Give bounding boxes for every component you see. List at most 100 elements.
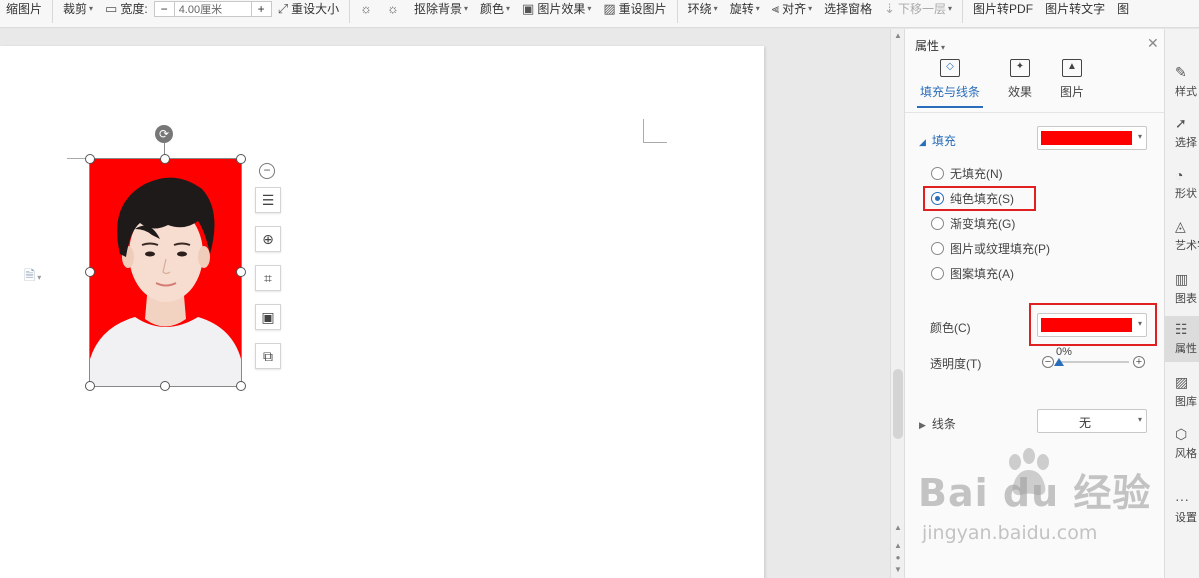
ribbon-brightness-down[interactable]: ☼ — [381, 0, 408, 23]
resize-handle-top-right[interactable] — [236, 154, 246, 164]
ribbon-rotate-button[interactable]: 旋转 ▾ — [724, 0, 766, 23]
style-icon: ⬡ — [1175, 426, 1188, 442]
highlight-color-dropdown — [1029, 303, 1157, 346]
sidebar-item-properties[interactable]: ☷ 属性 — [1165, 316, 1199, 362]
resize-handle-left[interactable] — [85, 267, 95, 277]
resize-handle-top-left[interactable] — [85, 154, 95, 164]
transparency-value: 0% — [1056, 346, 1072, 358]
radio-label: 无填充(N) — [950, 167, 1003, 181]
tab-fill-and-line[interactable]: ◇ 填充与线条 — [917, 59, 983, 100]
ribbon-send-backward-button[interactable]: ⇣ 下移一层 ▾ — [878, 0, 958, 23]
ribbon-label: 重设图片 — [618, 2, 667, 16]
watermark-url: jingyan.baidu.com — [922, 522, 1098, 544]
document-page[interactable]: 🗎 ▾ ⟳ − ☰ ⊕ ⌗ ▣ ⧉ — [0, 46, 764, 578]
ribbon-wrap-button[interactable]: 环绕 ▾ — [682, 0, 724, 23]
resize-handle-bottom-right[interactable] — [236, 381, 246, 391]
picture-frame-icon[interactable]: ▣ — [255, 304, 281, 330]
sidebar-item-style[interactable]: ✎ 样式 — [1165, 64, 1199, 99]
radio-label: 渐变填充(G) — [950, 217, 1016, 231]
line-style-dropdown[interactable]: 无 ▾ — [1037, 409, 1147, 433]
scroll-down-icon[interactable]: ▲ — [891, 523, 905, 532]
page-up-icon[interactable]: ▲ — [891, 541, 905, 550]
page-select-icon[interactable]: ● — [891, 553, 905, 562]
fill-color-dropdown[interactable]: ▾ — [1037, 126, 1147, 150]
ribbon-picture-to-text-button[interactable]: 图片转文字 — [1039, 0, 1111, 23]
transparency-minus-button[interactable]: − — [1042, 356, 1054, 368]
transparency-label: 透明度(T) — [930, 357, 982, 371]
chart-icon: ▥ — [1175, 271, 1189, 287]
line-section-header[interactable]: ▶ 线条 — [919, 415, 956, 432]
ribbon-more-button[interactable]: 图 — [1111, 0, 1135, 23]
radio-button[interactable] — [931, 267, 944, 280]
resize-handle-bottom-left[interactable] — [85, 381, 95, 391]
portrait-image — [90, 159, 241, 386]
selected-picture[interactable] — [85, 154, 246, 391]
picture-effects-icon: ▣ — [522, 0, 535, 16]
sidebar-item-chart[interactable]: ▥ 图表 — [1165, 271, 1199, 306]
chevron-down-icon: ▾ — [948, 4, 953, 13]
scroll-up-icon[interactable]: ▲ — [891, 31, 905, 40]
width-icon: ▭ — [105, 0, 118, 16]
panel-title[interactable]: 属性 ▾ — [915, 37, 945, 54]
ribbon-crop-button[interactable]: 裁剪 ▾ — [57, 0, 99, 23]
crop-icon[interactable]: ⌗ — [255, 265, 281, 291]
sidebar-item-style-theme[interactable]: ⬡ 风格 — [1165, 426, 1199, 461]
scrollbar-thumb[interactable] — [893, 369, 903, 439]
resize-handle-bottom[interactable] — [160, 381, 170, 391]
paragraph-layout-icon[interactable]: 🗎 ▾ — [24, 265, 41, 289]
vertical-scrollbar[interactable]: ▲ ▲ ▲ ● ▼ — [890, 29, 904, 578]
ribbon-label: 环绕 — [687, 2, 712, 16]
fill-section-header[interactable]: ◢ 填充 — [919, 132, 956, 149]
transparency-slider[interactable] — [1057, 361, 1129, 363]
ribbon-brightness-up[interactable]: ☼ — [354, 0, 381, 23]
sidebar-item-label: 艺术字 — [1175, 240, 1199, 252]
fill-option-none[interactable]: 无填充(N) — [931, 165, 1003, 182]
close-icon[interactable]: ✕ — [1147, 35, 1159, 52]
page-down-icon[interactable]: ▼ — [891, 565, 905, 574]
fill-option-gradient[interactable]: 渐变填充(G) — [931, 215, 1015, 232]
tab-label: 图片 — [1059, 85, 1084, 99]
width-plus-button[interactable]: + — [250, 1, 271, 16]
ribbon-reset-picture-button[interactable]: ▨ 重设图片 — [597, 0, 672, 23]
radio-button[interactable] — [931, 167, 944, 180]
resize-handle-top[interactable] — [160, 154, 170, 164]
transparency-plus-button[interactable]: + — [1133, 356, 1145, 368]
ribbon-remove-background-button[interactable]: 抠除背景 ▾ — [408, 0, 474, 23]
sidebar-item-settings[interactable]: ··· 设置 — [1165, 491, 1199, 525]
change-picture-icon[interactable]: ⧉ — [255, 343, 281, 369]
width-input[interactable]: 4.00厘米 — [175, 1, 251, 17]
sidebar-item-shapes[interactable]: ◔ 形状 — [1165, 167, 1199, 201]
ribbon-selection-pane-button[interactable]: 选择窗格 — [818, 0, 878, 23]
sidebar-item-select[interactable]: ➚ 选择 — [1165, 115, 1199, 150]
zoom-icon[interactable]: ⊕ — [255, 226, 281, 252]
resize-handle-right[interactable] — [236, 267, 246, 277]
radio-label: 图片或纹理填充(P) — [950, 242, 1050, 256]
panel-title-text: 属性 — [915, 39, 940, 53]
sidebar-item-gallery[interactable]: ▨ 图库 — [1165, 374, 1199, 409]
sidebar-item-label: 选择 — [1175, 137, 1197, 149]
sidebar-item-label: 风格 — [1175, 448, 1197, 460]
ribbon-reset-size-button[interactable]: ⤢ 重设大小 — [272, 0, 345, 23]
fill-option-pattern[interactable]: 图案填充(A) — [931, 265, 1014, 282]
radio-button[interactable] — [931, 217, 944, 230]
ribbon-align-button[interactable]: ⫷ 对齐 ▾ — [766, 0, 818, 23]
ribbon-label: 图片转PDF — [973, 2, 1034, 16]
ribbon-separator — [349, 0, 351, 23]
radio-button[interactable] — [931, 242, 944, 255]
rotate-handle-icon[interactable]: ⟳ — [155, 125, 173, 143]
ribbon-picture-effects-button[interactable]: ▣ 图片效果 ▾ — [516, 0, 597, 23]
sidebar-item-art-text[interactable]: ◬ 艺术字 — [1165, 218, 1199, 253]
send-backward-icon: ⇣ — [884, 0, 896, 16]
tab-picture[interactable]: ▲ 图片 — [1057, 59, 1087, 100]
tab-effects[interactable]: ✦ 效果 — [1005, 59, 1035, 100]
transparency-slider-thumb[interactable] — [1054, 358, 1064, 366]
width-minus-button[interactable]: − — [155, 1, 175, 16]
ribbon-compress-picture[interactable]: 缩图片 — [0, 0, 48, 23]
ribbon-picture-to-pdf-button[interactable]: 图片转PDF — [967, 0, 1039, 23]
id-photo[interactable] — [89, 158, 242, 387]
layout-options-icon[interactable]: ☰ — [255, 187, 281, 213]
collapse-toolbar-icon[interactable]: − — [259, 163, 275, 179]
width-stepper[interactable]: − 4.00厘米 + — [153, 0, 272, 17]
fill-option-picture-texture[interactable]: 图片或纹理填充(P) — [931, 240, 1050, 257]
ribbon-color-button[interactable]: 颜色 ▾ — [474, 0, 516, 23]
